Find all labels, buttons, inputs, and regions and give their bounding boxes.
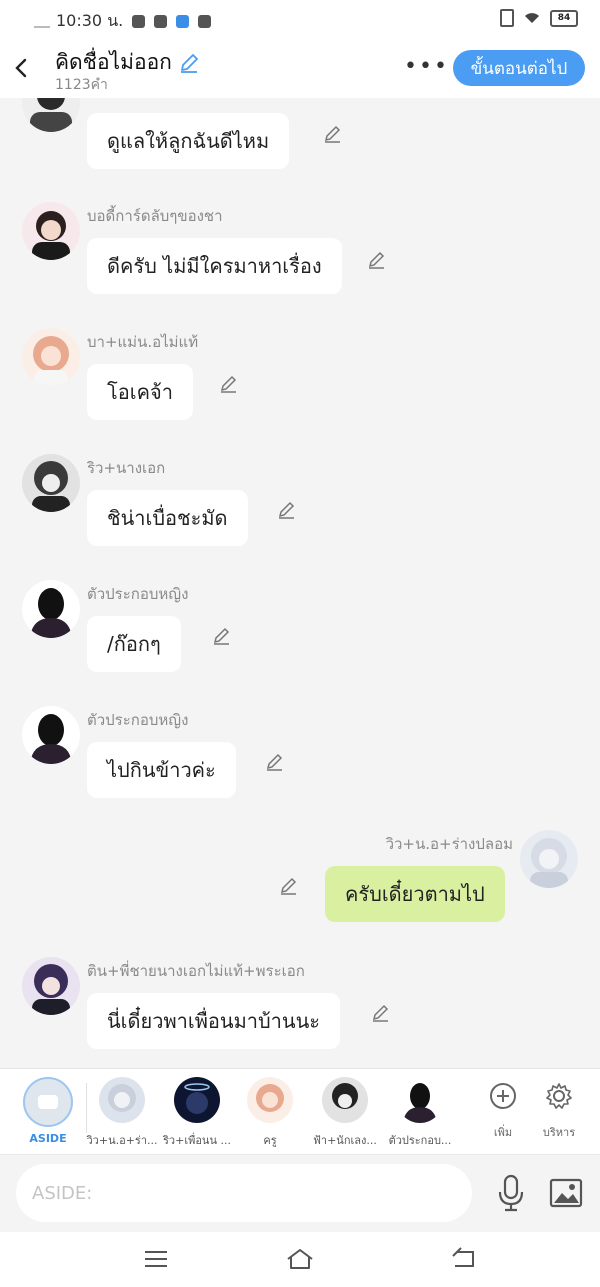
- message-bubble[interactable]: ดูแลให้ลูกฉันดีไหม: [87, 113, 290, 169]
- character-label: วิว+น.อ+ร่า...: [86, 1134, 158, 1147]
- message-notification-icon: [176, 15, 190, 28]
- character-avatar: [322, 1077, 368, 1123]
- character-name: ริว+นางเอก: [87, 459, 166, 477]
- character-name: วิว+น.อ+ร่างปลอม: [385, 835, 513, 853]
- message-bubble[interactable]: /ก๊อกๆ: [87, 616, 181, 672]
- app-header: คิดชื่อไม่ออก 1123คำ ••• ขั้นตอนต่อไป: [0, 38, 600, 98]
- aside-label: ASIDE: [29, 1132, 67, 1145]
- status-bar: 10:30 น. 84: [0, 0, 600, 38]
- message-bubble-own[interactable]: ครับเดี๋ยวตามไป: [325, 866, 505, 922]
- edit-icon[interactable]: [265, 752, 285, 772]
- chat-area[interactable]: ดูแลให้ลูกฉันดีไหม บอดี้การ์ดลับๆของชา ด…: [0, 98, 600, 1068]
- vibrate-icon: [500, 9, 514, 27]
- character-name: บา+แม่น.อไม่แท้: [87, 333, 199, 351]
- character-selector[interactable]: ครู: [230, 1077, 310, 1149]
- manage-label: บริหาร: [542, 1126, 576, 1139]
- character-label: ตัวประกอบ...: [388, 1134, 452, 1147]
- add-icon: [490, 1083, 516, 1109]
- message-bubble[interactable]: ดีครับ ไม่มีใครมาหาเรื่อง: [87, 238, 342, 294]
- character-avatar[interactable]: [22, 328, 80, 386]
- character-label: ริว+เพื่อนน ...: [163, 1134, 231, 1147]
- system-nav-bar: [0, 1232, 600, 1287]
- home-icon[interactable]: [285, 1246, 315, 1272]
- edit-title-icon[interactable]: [178, 52, 200, 74]
- gear-icon: [546, 1083, 572, 1109]
- add-label: เพิ่ม: [493, 1126, 513, 1139]
- image-icon[interactable]: [548, 1175, 584, 1211]
- input-bar: [0, 1154, 600, 1233]
- message-bubble[interactable]: นี่เดี๋ยวพาเพื่อนมาบ้านนะ: [87, 993, 340, 1049]
- edit-icon[interactable]: [219, 374, 239, 394]
- character-selector[interactable]: ฟ้า+นักเลง...: [305, 1077, 385, 1149]
- status-left: 10:30 น.: [34, 9, 212, 34]
- youtube-notification-icon: [154, 15, 168, 28]
- message-bubble[interactable]: โอเคจ้า: [87, 364, 193, 420]
- instagram-notification-icon: [198, 15, 212, 28]
- character-selector[interactable]: ริว+เพื่อนน ...: [157, 1077, 237, 1149]
- edit-icon[interactable]: [279, 876, 299, 896]
- aside-selector[interactable]: ASIDE: [22, 1077, 74, 1145]
- edit-icon[interactable]: [212, 626, 232, 646]
- signal-icon: [34, 16, 50, 28]
- next-step-button[interactable]: ขั้นตอนต่อไป: [453, 50, 585, 86]
- microphone-icon[interactable]: [494, 1173, 528, 1213]
- app-notification-icon: [132, 15, 146, 28]
- character-name: ตัวประกอบหญิง: [87, 585, 189, 603]
- back-arrow-icon[interactable]: [10, 54, 34, 82]
- character-avatar: [174, 1077, 220, 1123]
- character-avatar[interactable]: [520, 830, 578, 888]
- character-selector-bar: ASIDE วิว+น.อ+ร่า... ริว+เพื่อนน ... ครู…: [0, 1068, 600, 1155]
- character-label: ฟ้า+นักเลง...: [313, 1134, 377, 1147]
- character-name: บอดี้การ์ดลับๆของชา: [87, 207, 223, 225]
- character-name: ตัวประกอบหญิง: [87, 711, 189, 729]
- status-time: 10:30 น.: [56, 11, 124, 30]
- add-character-button[interactable]: เพิ่ม: [478, 1081, 528, 1141]
- aside-input[interactable]: [16, 1164, 472, 1222]
- character-avatar[interactable]: [22, 454, 80, 512]
- message-bubble[interactable]: ชิน่าเบื่อชะมัด: [87, 490, 248, 546]
- wifi-icon: [525, 13, 539, 23]
- more-options-button[interactable]: •••: [404, 54, 447, 79]
- back-nav-icon[interactable]: [449, 1246, 479, 1272]
- character-selector[interactable]: ตัวประกอบ...: [380, 1077, 460, 1149]
- manage-button[interactable]: บริหาร: [534, 1081, 584, 1141]
- battery-icon: 84: [550, 9, 578, 27]
- character-selector[interactable]: วิว+น.อ+ร่า...: [82, 1077, 162, 1149]
- character-name: ติน+พี่ชายนางเอกไม่แท้+พระเอก: [87, 962, 305, 980]
- edit-icon[interactable]: [367, 250, 387, 270]
- character-avatar: [99, 1077, 145, 1123]
- message-bubble[interactable]: ไปกินข้าวค่ะ: [87, 742, 236, 798]
- character-avatar[interactable]: [22, 706, 80, 764]
- character-avatar[interactable]: [22, 202, 80, 260]
- edit-icon[interactable]: [371, 1003, 391, 1023]
- edit-icon[interactable]: [323, 124, 343, 144]
- character-avatar[interactable]: [22, 98, 80, 132]
- status-right: 84: [500, 9, 578, 27]
- menu-icon[interactable]: [141, 1246, 171, 1272]
- character-avatar[interactable]: [22, 580, 80, 638]
- aside-icon: [23, 1077, 73, 1127]
- character-avatar: [397, 1077, 443, 1123]
- character-avatar: [247, 1077, 293, 1123]
- character-label: ครู: [263, 1134, 277, 1147]
- edit-icon[interactable]: [277, 500, 297, 520]
- word-count: 1123คำ: [55, 77, 108, 93]
- character-avatar[interactable]: [22, 957, 80, 1015]
